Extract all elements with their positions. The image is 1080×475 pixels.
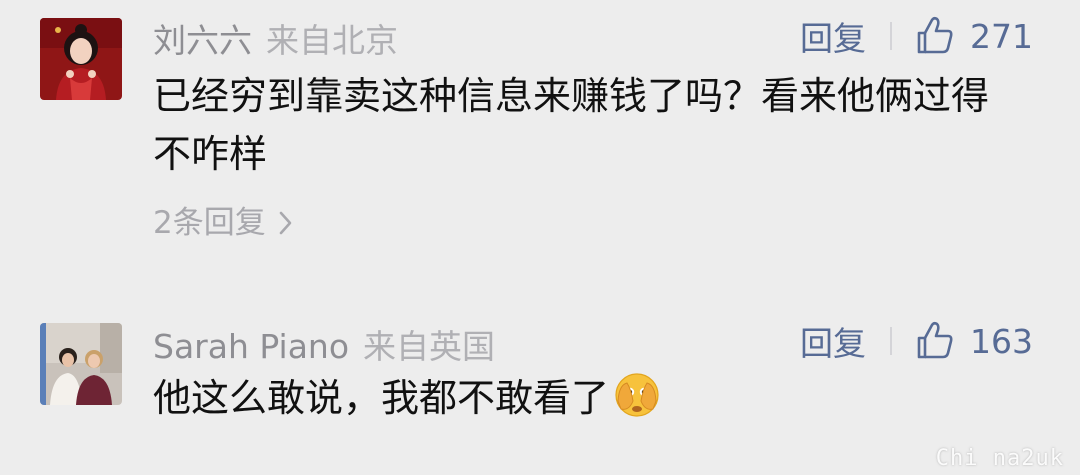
comment-meta: 刘六六 来自北京	[153, 14, 398, 62]
username[interactable]: 刘六六	[153, 21, 252, 60]
like-button[interactable]: 271	[914, 15, 1033, 57]
hands-over-eyes-emoji-icon	[615, 373, 659, 417]
divider	[890, 327, 892, 355]
like-count: 271	[970, 16, 1033, 56]
comment-meta: Sarah Piano 来自英国	[153, 320, 495, 368]
like-count: 163	[970, 321, 1033, 361]
comment-actions: 回复 163	[800, 318, 1033, 364]
comment-text-body: 他这么敢说，我都不敢看了	[153, 376, 610, 420]
comment-text: 已经穷到靠卖这种信息来赚钱了吗？看来他俩过得不咋样	[153, 74, 990, 176]
avatar[interactable]	[40, 18, 122, 100]
divider	[890, 22, 892, 50]
user-avatar-icon	[40, 18, 122, 100]
more-replies-label: 2条回复	[153, 205, 266, 241]
location-label: 来自北京	[266, 21, 398, 60]
reply-button[interactable]: 回复	[800, 317, 866, 365]
comment-item: Sarah Piano 来自英国 回复 163 他这么敢说，我都不敢看了	[0, 300, 1080, 475]
reply-button[interactable]: 回复	[800, 12, 866, 60]
avatar[interactable]	[40, 323, 122, 405]
location-label: 来自英国	[363, 327, 496, 366]
username[interactable]: Sarah Piano	[153, 327, 349, 366]
comment-actions: 回复 271	[800, 13, 1033, 59]
watermark-text: Chi na2uk	[935, 446, 1064, 471]
comment-item: 刘六六 来自北京 回复 271 已经穷到靠卖这种信息来赚钱了吗？看来他俩过得不咋样…	[0, 0, 1080, 260]
more-replies-link[interactable]: 2条回复	[153, 197, 294, 242]
chevron-right-icon	[279, 211, 291, 235]
user-avatar-icon	[40, 323, 122, 405]
like-button[interactable]: 163	[914, 320, 1033, 362]
thumbs-up-icon	[917, 16, 953, 54]
thumbs-up-icon	[917, 321, 953, 359]
comment-text: 他这么敢说，我都不敢看了	[153, 369, 1020, 427]
